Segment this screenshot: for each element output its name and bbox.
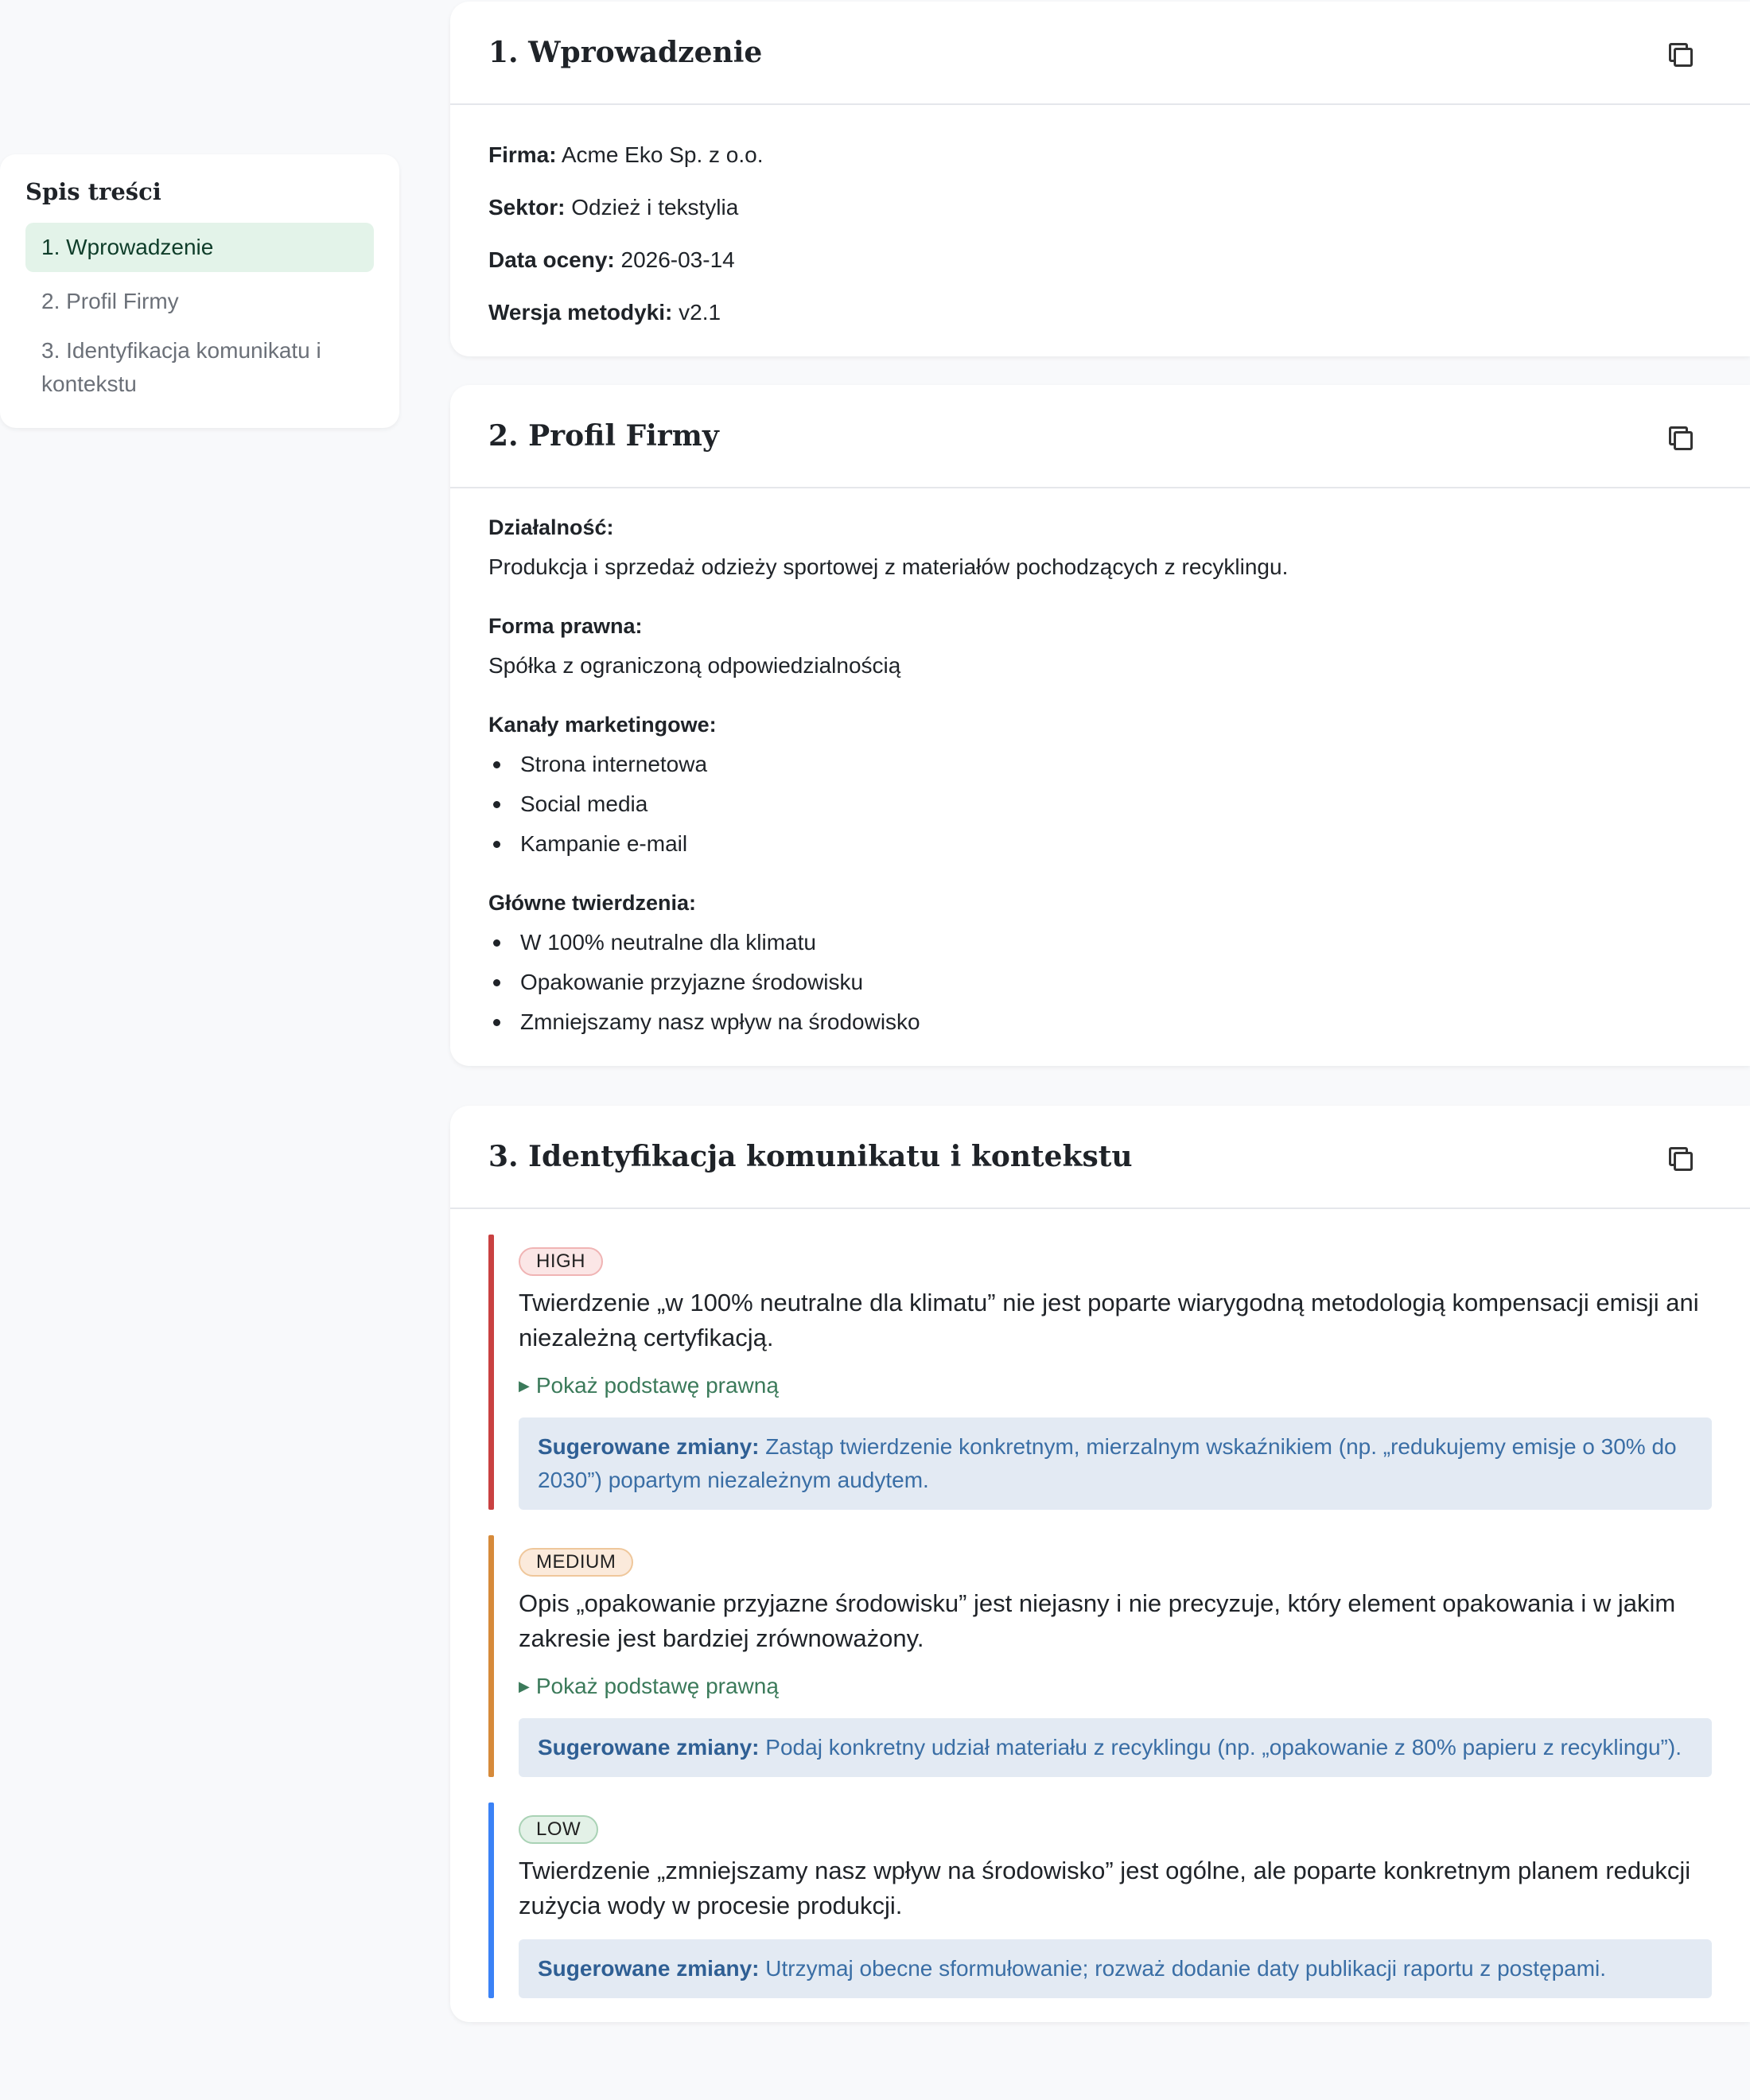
field-sector: Sektor: Odzież i tekstylia — [488, 195, 739, 220]
analysis-title: 3. Identyfikacja komunikatu i kontekstu — [488, 1140, 1133, 1173]
intro-card: 1. Wprowadzenie Firma: Acme Eko Sp. z o.… — [450, 2, 1750, 356]
list-item: Opakowanie przyjazne środowisku — [488, 962, 1712, 1002]
profile-body: Działalność: Produkcja i sprzedaż odzież… — [450, 488, 1750, 1066]
activity-block: Działalność: Produkcja i sprzedaż odzież… — [488, 515, 1289, 579]
finding-text: Opis „opakowanie przyjazne środowisku” j… — [519, 1589, 1676, 1652]
intro-title: 1. Wprowadzenie — [488, 36, 763, 69]
analysis-card-header: 3. Identyfikacja komunikatu i kontekstu — [450, 1106, 1750, 1209]
show-legal-basis-toggle[interactable]: ▶ Pokaż podstawę prawną — [519, 1370, 1712, 1402]
severity-badge: MEDIUM — [519, 1548, 634, 1577]
suggested-changes: Sugerowane zmiany: Zastąp twierdzenie ko… — [519, 1418, 1712, 1510]
toc-item-introduction[interactable]: 1. Wprowadzenie — [25, 223, 374, 272]
channels-block: Kanały marketingowe: Strona internetowa … — [488, 705, 1712, 864]
copy-icon[interactable] — [1667, 1145, 1693, 1171]
field-methodology-version: Wersja metodyki: v2.1 — [488, 300, 721, 325]
severity-badge: LOW — [519, 1815, 599, 1844]
severity-badge: HIGH — [519, 1247, 603, 1276]
analysis-body: HIGH Twierdzenie „w 100% neutralne dla k… — [450, 1209, 1750, 2022]
severity-bar — [488, 1235, 494, 1510]
severity-bar — [488, 1802, 494, 1998]
copy-icon[interactable] — [1667, 425, 1693, 450]
toc-title: Spis treści — [25, 178, 161, 205]
list-item: Kampanie e-mail — [488, 824, 1712, 864]
list-item: W 100% neutralne dla klimatu — [488, 923, 1712, 962]
toc-item-company-profile[interactable]: 2. Profil Firmy — [25, 277, 374, 326]
analysis-card: 3. Identyfikacja komunikatu i kontekstu … — [450, 1106, 1750, 2022]
suggested-changes: Sugerowane zmiany: Utrzymaj obecne sform… — [519, 1939, 1712, 1998]
finding-text: Twierdzenie „w 100% neutralne dla klimat… — [519, 1289, 1699, 1351]
list-item: Strona internetowa — [488, 745, 1712, 784]
profile-card-header: 2. Profil Firmy — [450, 385, 1750, 488]
intro-body: Firma: Acme Eko Sp. z o.o. Sektor: Odzie… — [450, 105, 1750, 356]
list-item: Zmniejszamy nasz wpływ na środowisko — [488, 1002, 1712, 1042]
claims-block: Główne twierdzenia: W 100% neutralne dla… — [488, 883, 1712, 1042]
table-of-contents: Spis treści 1. Wprowadzenie 2. Profil Fi… — [0, 154, 399, 428]
field-assessment-date: Data oceny: 2026-03-14 — [488, 247, 735, 272]
finding-text: Twierdzenie „zmniejszamy nasz wpływ na ś… — [519, 1857, 1691, 1919]
triangle-right-icon: ▶ — [519, 1378, 530, 1394]
triangle-right-icon: ▶ — [519, 1678, 530, 1694]
severity-bar — [488, 1535, 494, 1777]
profile-card: 2. Profil Firmy Działalność: Produkcja i… — [450, 385, 1750, 1066]
copy-icon[interactable] — [1667, 41, 1693, 67]
toc-item-identification[interactable]: 3. Identyfikacja komunikatu i kontekstu — [25, 326, 374, 409]
show-legal-basis-toggle[interactable]: ▶ Pokaż podstawę prawną — [519, 1670, 1712, 1702]
finding-medium: MEDIUM Opis „opakowanie przyjazne środow… — [488, 1535, 1712, 1777]
profile-title: 2. Profil Firmy — [488, 419, 719, 453]
field-company: Firma: Acme Eko Sp. z o.o. — [488, 142, 764, 167]
intro-card-header: 1. Wprowadzenie — [450, 2, 1750, 105]
list-item: Social media — [488, 784, 1712, 824]
finding-high: HIGH Twierdzenie „w 100% neutralne dla k… — [488, 1235, 1712, 1510]
finding-low: LOW Twierdzenie „zmniejszamy nasz wpływ … — [488, 1802, 1712, 1998]
legal-form-block: Forma prawna: Spółka z ograniczoną odpow… — [488, 614, 901, 678]
suggested-changes: Sugerowane zmiany: Podaj konkretny udzia… — [519, 1718, 1712, 1777]
